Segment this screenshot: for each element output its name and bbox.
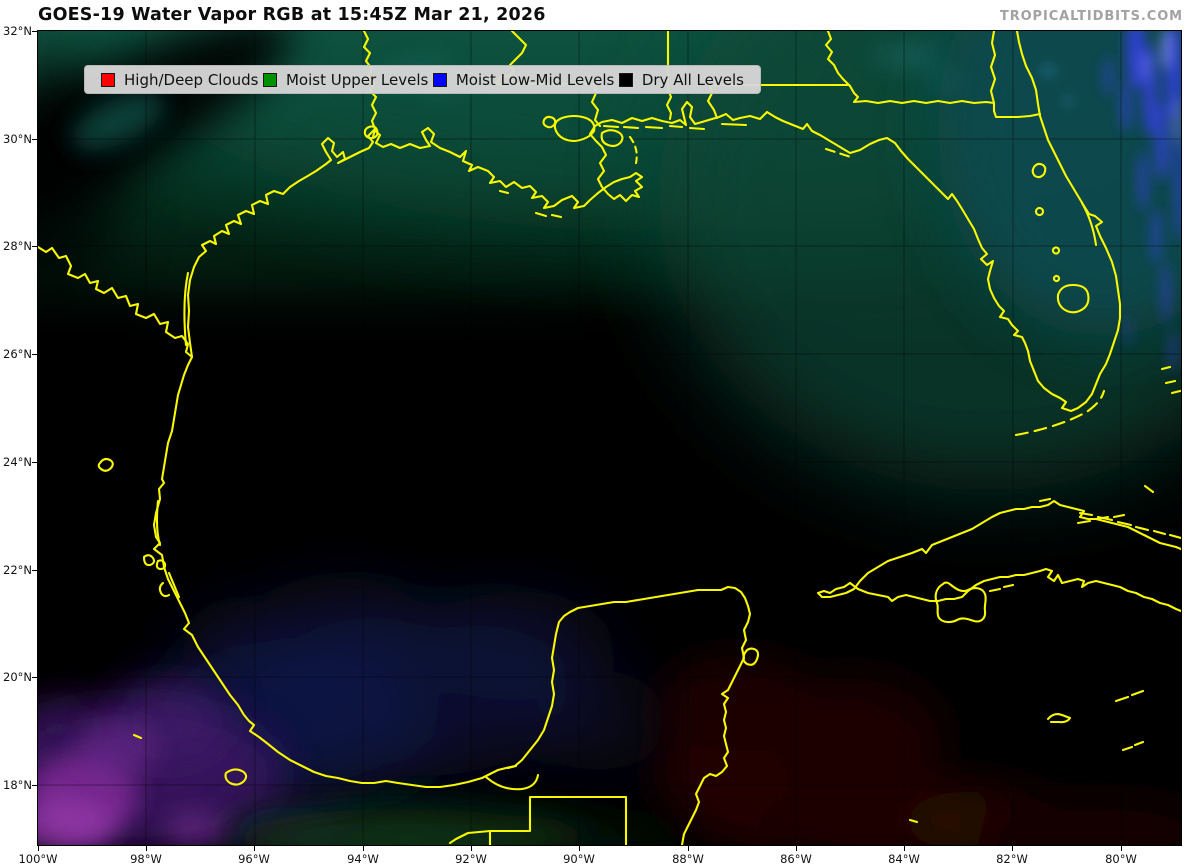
legend-label: Dry All Levels — [641, 70, 744, 89]
lon-tick-label: 94°W — [347, 852, 379, 866]
page-title: GOES-19 Water Vapor RGB at 15:45Z Mar 21… — [38, 5, 546, 25]
lon-tick-label: 100°W — [18, 852, 58, 866]
lat-tick-label: 28°N — [3, 239, 32, 253]
lon-tick-label: 80°W — [1105, 852, 1137, 866]
legend-swatch-blue — [432, 72, 447, 87]
legend-swatch-green — [262, 72, 277, 87]
legend-label: Moist Low-Mid Levels — [455, 70, 615, 89]
lon-tick-label: 98°W — [130, 852, 162, 866]
legend-item-high-deep-clouds: High/Deep Clouds — [101, 71, 259, 89]
watermark-tropicaltidbits: TROPICALTIDBITS.COM — [999, 9, 1183, 24]
map-canvas — [38, 31, 1181, 845]
lon-tick-label: 96°W — [238, 852, 270, 866]
lon-tick — [579, 845, 581, 851]
legend-swatch-black — [618, 72, 633, 87]
lat-tick-label: 30°N — [3, 132, 32, 146]
lon-tick-label: 90°W — [563, 852, 595, 866]
lat-tick — [32, 31, 38, 33]
lat-tick-label: 26°N — [3, 347, 32, 361]
legend-label: Moist Upper Levels — [285, 70, 429, 89]
lon-tick — [471, 845, 473, 851]
lon-tick — [254, 845, 256, 851]
lon-tick — [146, 845, 148, 851]
lon-tick — [38, 845, 40, 851]
lon-tick-label: 84°W — [888, 852, 920, 866]
lon-tick — [688, 845, 690, 851]
lat-tick — [32, 677, 38, 679]
lat-tick-label: 20°N — [3, 670, 32, 684]
legend-swatch-red — [101, 72, 115, 87]
lat-tick — [32, 139, 38, 141]
legend-label: High/Deep Clouds — [124, 70, 259, 89]
legend-item-moist-upper: Moist Upper Levels — [262, 70, 429, 89]
lon-tick — [363, 845, 365, 851]
lon-tick — [1012, 845, 1014, 851]
lon-tick-label: 82°W — [996, 852, 1028, 866]
weather-map-page: { "header": { "title": "GOES-19 Water Va… — [0, 0, 1200, 867]
lat-tick — [32, 246, 38, 248]
lat-tick-label: 32°N — [3, 24, 32, 38]
lon-tick — [1121, 845, 1123, 851]
lon-tick-label: 86°W — [780, 852, 812, 866]
lat-tick — [32, 354, 38, 356]
legend-bar: High/Deep Clouds Moist Upper Levels Mois… — [84, 65, 761, 94]
legend-item-moist-low-mid: Moist Low-Mid Levels — [432, 70, 615, 89]
lon-tick-label: 88°W — [672, 852, 704, 866]
lon-tick-label: 92°W — [455, 852, 487, 866]
map-frame: High/Deep Clouds Moist Upper Levels Mois… — [37, 30, 1182, 846]
lat-tick — [32, 462, 38, 464]
legend-item-dry-all-levels: Dry All Levels — [618, 70, 744, 89]
lat-tick-label: 18°N — [3, 778, 32, 792]
lon-tick — [796, 845, 798, 851]
lat-tick-label: 24°N — [3, 455, 32, 469]
water-vapor-imagery — [38, 31, 1181, 845]
lat-tick-label: 22°N — [3, 563, 32, 577]
lon-tick — [904, 845, 906, 851]
lat-tick — [32, 570, 38, 572]
lat-tick — [32, 785, 38, 787]
